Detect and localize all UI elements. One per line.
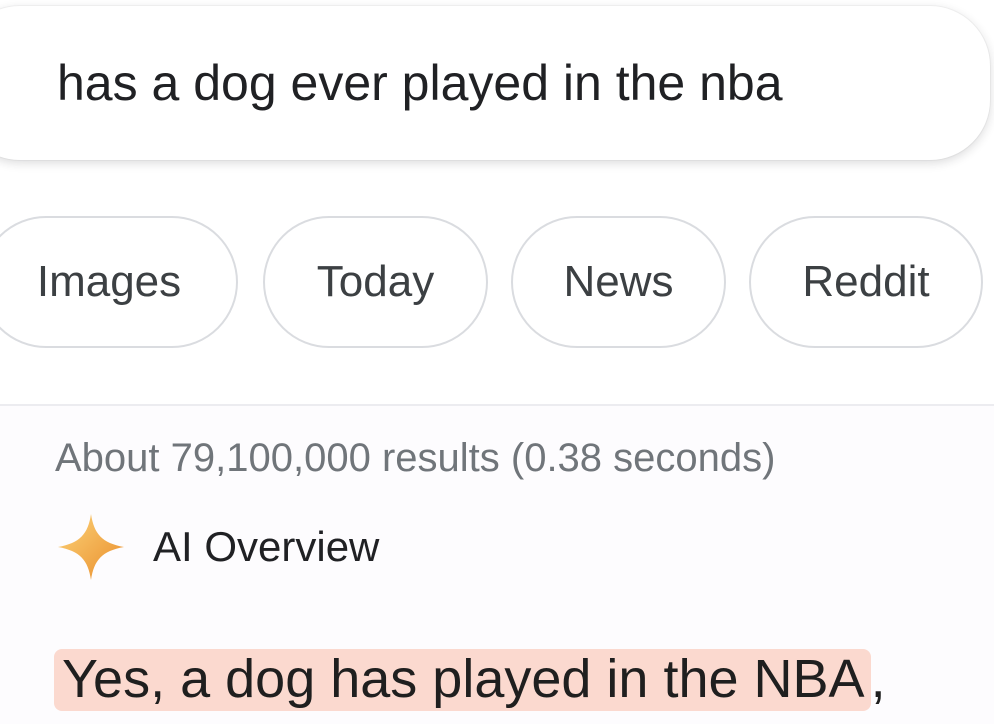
filter-chip-news[interactable]: News (511, 216, 726, 348)
filter-chip-images[interactable]: Images (0, 216, 238, 348)
filter-chip-today[interactable]: Today (263, 216, 488, 348)
filter-chip-reddit[interactable]: Reddit (749, 216, 983, 348)
ai-overview-title: AI Overview (153, 523, 380, 570)
sparkle-icon (58, 514, 124, 580)
answer-highlight: Yes, a dog has played in the NBA (54, 649, 871, 711)
ai-overview-answer: Yes, a dog has played in the NBA, (54, 644, 886, 714)
search-input[interactable]: has a dog ever played in the nba (57, 52, 783, 114)
answer-tail: , (870, 649, 886, 709)
result-stats: About 79,100,000 results (0.38 seconds) (55, 436, 776, 480)
